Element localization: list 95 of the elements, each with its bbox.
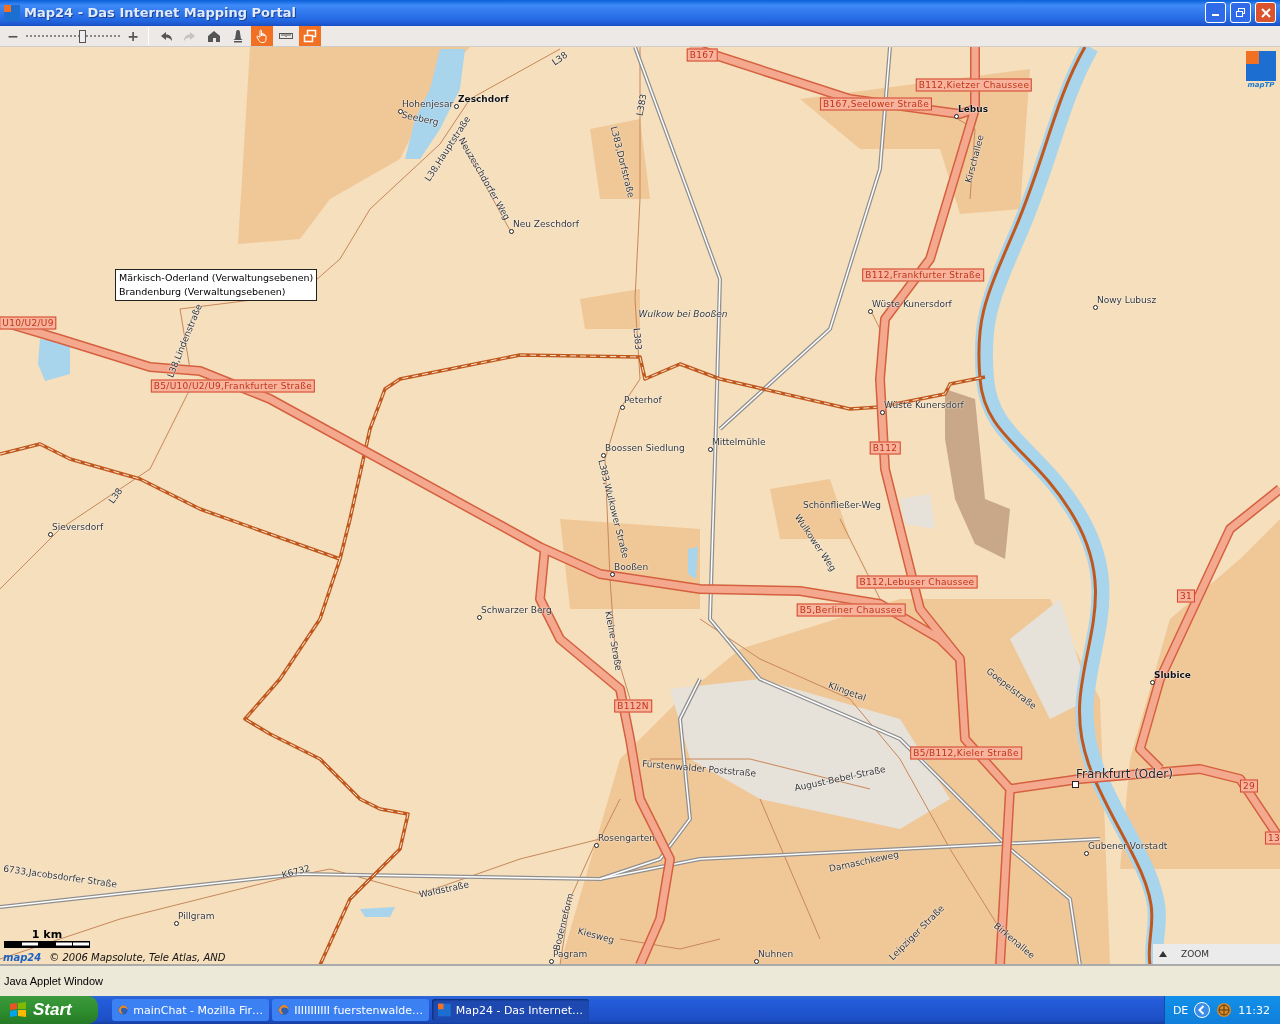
zoom-panel-button[interactable]: ZOOM [1153,944,1280,965]
scale-label: 1 km [31,929,63,942]
app-icon [438,1002,451,1018]
road-label: B167,Seelower Straße [819,97,933,111]
road-label: B167 [686,48,718,62]
place-marker-icon [454,103,459,109]
street-label: L383 [630,327,644,351]
street-label: Waldstraße [418,879,470,901]
place-label: Rosengarten [598,832,655,844]
street-label: Kleine Straße [602,610,624,672]
street-label: Schönfließer-Weg [802,499,882,511]
street-label: L383 [634,93,650,117]
place-marker-icon [754,958,759,964]
zoom-in-button[interactable]: + [124,26,142,45]
road-label: 13 [1264,831,1280,845]
place-marker-icon [398,108,403,114]
road-label: B112N [614,699,652,713]
minimize-button[interactable] [1205,2,1226,24]
restore-icon [1235,7,1246,19]
restore-button[interactable] [1230,2,1251,24]
place-marker-icon [594,842,599,848]
place-marker-icon [174,920,179,926]
road-label: 29 [1239,779,1259,793]
taskbar-button[interactable]: mainChat - Mozilla Fir… [112,999,269,1021]
place-label: Neu Zeschdorf [513,218,579,230]
place-marker-icon [708,446,713,452]
windows-logo-icon [8,1000,28,1020]
place-marker-icon [1084,850,1089,856]
clock-text: 11:32 [1238,1003,1270,1017]
window-icon [302,27,318,44]
town-label: Lebus [958,103,989,115]
place-marker-icon [610,571,615,577]
road-label: B5,Berliner Chaussee [796,603,906,617]
road-label: B112 [869,441,901,455]
place-marker-icon [477,614,482,620]
copyright-text: © 2006 Mapsolute, Tele Atlas, AND [49,952,226,964]
road-label: B112,Kietzer Chaussee [915,78,1033,92]
caret-up-icon [1159,951,1167,958]
place-label: Nowy Lubusz [1097,294,1157,306]
window-title: Map24 - Das Internet Mapping Portal [24,5,297,21]
place-label: Sieversdorf [52,521,104,533]
place-marker-icon [549,958,554,964]
close-icon [1260,8,1271,18]
scale-bar-icon [4,941,90,949]
tooltip-text: Märkisch-Oderland (Verwaltungsebenen) [119,270,314,285]
app-icon [4,5,20,21]
hand-tool-button[interactable] [251,25,273,46]
place-marker-icon [954,113,959,119]
slider-thumb[interactable] [79,29,87,43]
logo-icon [1246,50,1276,81]
place-label: Mittelmühle [712,436,766,448]
place-marker-icon [620,404,625,410]
locality-label: Wulkow bei Booßen [638,308,728,320]
globe-icon [278,1002,290,1018]
place-label: Gubener Vorstadt [1088,840,1168,852]
place-label: Hohenjesar [402,98,454,110]
place-label: Nuhnen [758,948,794,960]
place-marker-icon [868,308,873,314]
zoom-out-button[interactable]: − [4,26,22,45]
place-marker-icon [1093,304,1098,310]
hand-icon [254,27,270,44]
place-label: Boossen Siedlung [605,442,685,454]
place-label: Peterhof [624,394,662,406]
street-label: L38 [550,49,570,69]
place-marker-icon [48,531,53,537]
brand-logo: map24 [3,952,42,964]
road-label: B5/U10/U2/U9,Frankfurter Straße [150,379,316,393]
city-label: Frankfurt (Oder) [1076,766,1173,781]
window-tool-button[interactable] [299,25,321,46]
road-label: B112,Lebuser Chaussee [856,575,978,589]
road-label: B5/B112,Kieler Straße [910,746,1022,760]
street-label: K6732 [280,862,312,881]
place-label: Schwarzer Berg [481,604,552,616]
place-marker-icon [509,228,514,234]
town-label: Slubice [1154,669,1191,681]
place-marker-icon [1072,780,1079,788]
road-label: B112,Frankfurter Straße [862,268,984,282]
street-label: Fürstenwalder Poststraße [641,758,757,780]
road-label: U10/U2/U9 [0,316,57,330]
place-marker-icon [601,452,606,458]
taskbar-button[interactable]: IIIIIIIIIII fuerstenwalde… [272,999,429,1021]
zoom-slider[interactable] [26,27,120,44]
close-button[interactable] [1255,2,1276,24]
taskbar-button[interactable]: Map24 - Das Internet… [432,999,589,1021]
language-indicator[interactable]: DE [1172,1003,1189,1017]
town-label: Zeschdorf [458,93,509,105]
place-label: Pillgram [178,910,215,922]
place-marker-icon [880,409,885,415]
tooltip-text: Brandenburg (Verwaltungsebenen) [119,284,287,299]
road-label: 31 [1176,589,1196,603]
place-label: Booßen [614,561,649,573]
chevron-left-icon [1194,1002,1211,1018]
globe-icon [1216,1002,1233,1018]
place-marker-icon [1150,679,1155,685]
start-button[interactable]: Start [0,996,98,1024]
